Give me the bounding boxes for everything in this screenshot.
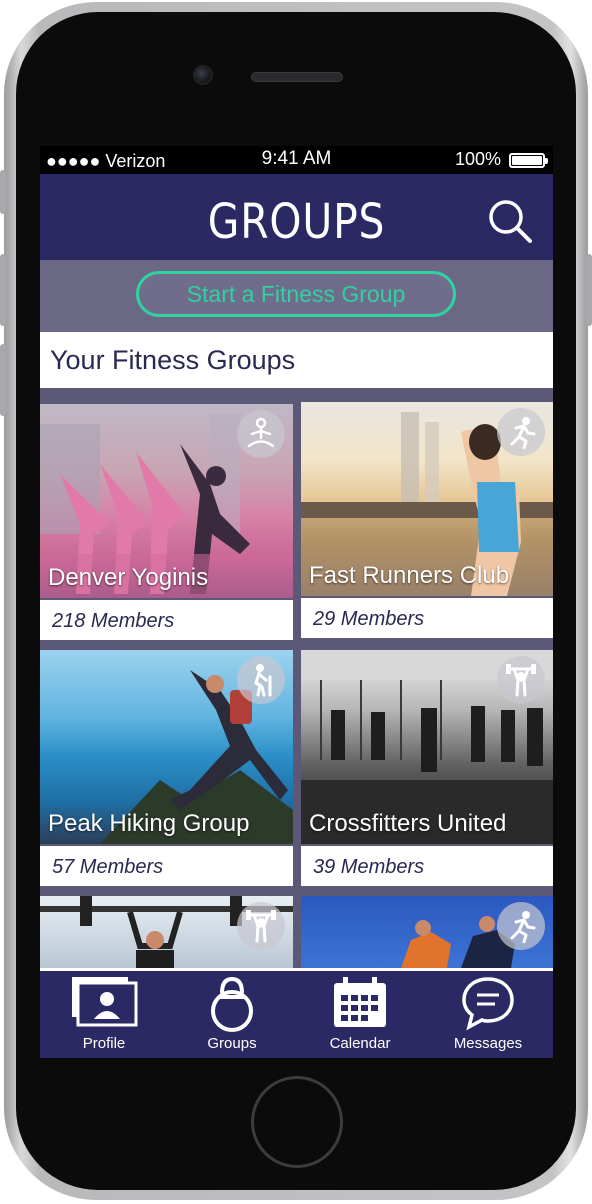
page-title: GROUPS <box>207 194 386 250</box>
group-card-crossfitters-united[interactable]: Crossfitters United 39 Members <box>301 650 553 886</box>
home-button[interactable] <box>251 1076 343 1168</box>
tab-label: Calendar <box>329 1035 391 1052</box>
member-count: 57 Members <box>40 846 293 886</box>
earpiece-speaker <box>251 72 343 82</box>
group-card-partial-left[interactable] <box>40 896 293 968</box>
start-fitness-group-button[interactable]: Start a Fitness Group <box>136 271 456 317</box>
battery-icon <box>509 153 548 168</box>
kettlebell-icon <box>211 976 253 1032</box>
running-icon <box>510 911 536 943</box>
group-card-denver-yoginis[interactable]: Denver Yoginis 218 Members <box>40 404 293 640</box>
group-name: Peak Hiking Group <box>48 810 250 837</box>
profile-icon <box>72 977 138 1027</box>
front-camera <box>193 65 213 85</box>
power-button <box>586 254 592 326</box>
tab-groups[interactable]: Groups <box>168 971 296 1057</box>
group-card-peak-hiking-group[interactable]: Peak Hiking Group 57 Members <box>40 650 293 886</box>
member-count: 29 Members <box>301 598 553 638</box>
group-card-partial-right[interactable] <box>301 896 553 968</box>
activity-badge <box>237 902 285 950</box>
activity-badge <box>497 902 545 950</box>
group-card-fast-runners-club[interactable]: Fast Runners Club 29 Members <box>301 402 553 638</box>
calendar-icon <box>334 977 386 1027</box>
running-icon <box>510 417 536 449</box>
section-title: Your Fitness Groups <box>50 345 296 375</box>
member-count: 218 Members <box>40 600 293 640</box>
tab-profile[interactable]: Profile <box>40 971 168 1057</box>
search-button[interactable] <box>485 196 535 246</box>
app-header: GROUPS <box>40 174 553 260</box>
activity-badge <box>237 410 285 458</box>
hiking-icon <box>254 664 272 697</box>
search-icon <box>489 200 532 243</box>
weightlifting-icon <box>246 910 276 943</box>
yoga-icon <box>247 417 275 448</box>
tab-calendar[interactable]: Calendar <box>296 971 424 1057</box>
weightlifting-icon <box>506 664 536 697</box>
start-group-band: Start a Fitness Group <box>40 260 553 332</box>
chat-icon <box>462 977 514 1031</box>
activity-badge <box>497 656 545 704</box>
activity-badge <box>497 408 545 456</box>
section-header: Your Fitness Groups <box>40 332 553 388</box>
volume-down-button <box>0 344 6 416</box>
tab-label: Messages <box>453 1035 523 1052</box>
group-name: Denver Yoginis <box>48 564 209 591</box>
volume-up-button <box>0 254 6 326</box>
tab-messages[interactable]: Messages <box>424 971 552 1057</box>
group-name: Fast Runners Club <box>309 562 510 589</box>
groups-grid: Denver Yoginis 218 Members Fast Runners … <box>40 388 553 968</box>
tab-label: Groups <box>207 1035 257 1052</box>
tab-bar: Profile Groups Calendar Messages <box>40 968 553 1058</box>
group-name: Crossfitters United <box>309 810 507 837</box>
tab-label: Profile <box>82 1035 126 1052</box>
activity-badge <box>237 656 285 704</box>
mute-switch <box>0 170 6 214</box>
status-bar: ●●●●● Verizon 9:41 AM 100% <box>40 146 553 174</box>
battery-percentage: 100% <box>454 149 501 169</box>
app-screen: ●●●●● Verizon 9:41 AM 100% GROUPS Start … <box>40 146 553 1058</box>
member-count: 39 Members <box>301 846 553 886</box>
